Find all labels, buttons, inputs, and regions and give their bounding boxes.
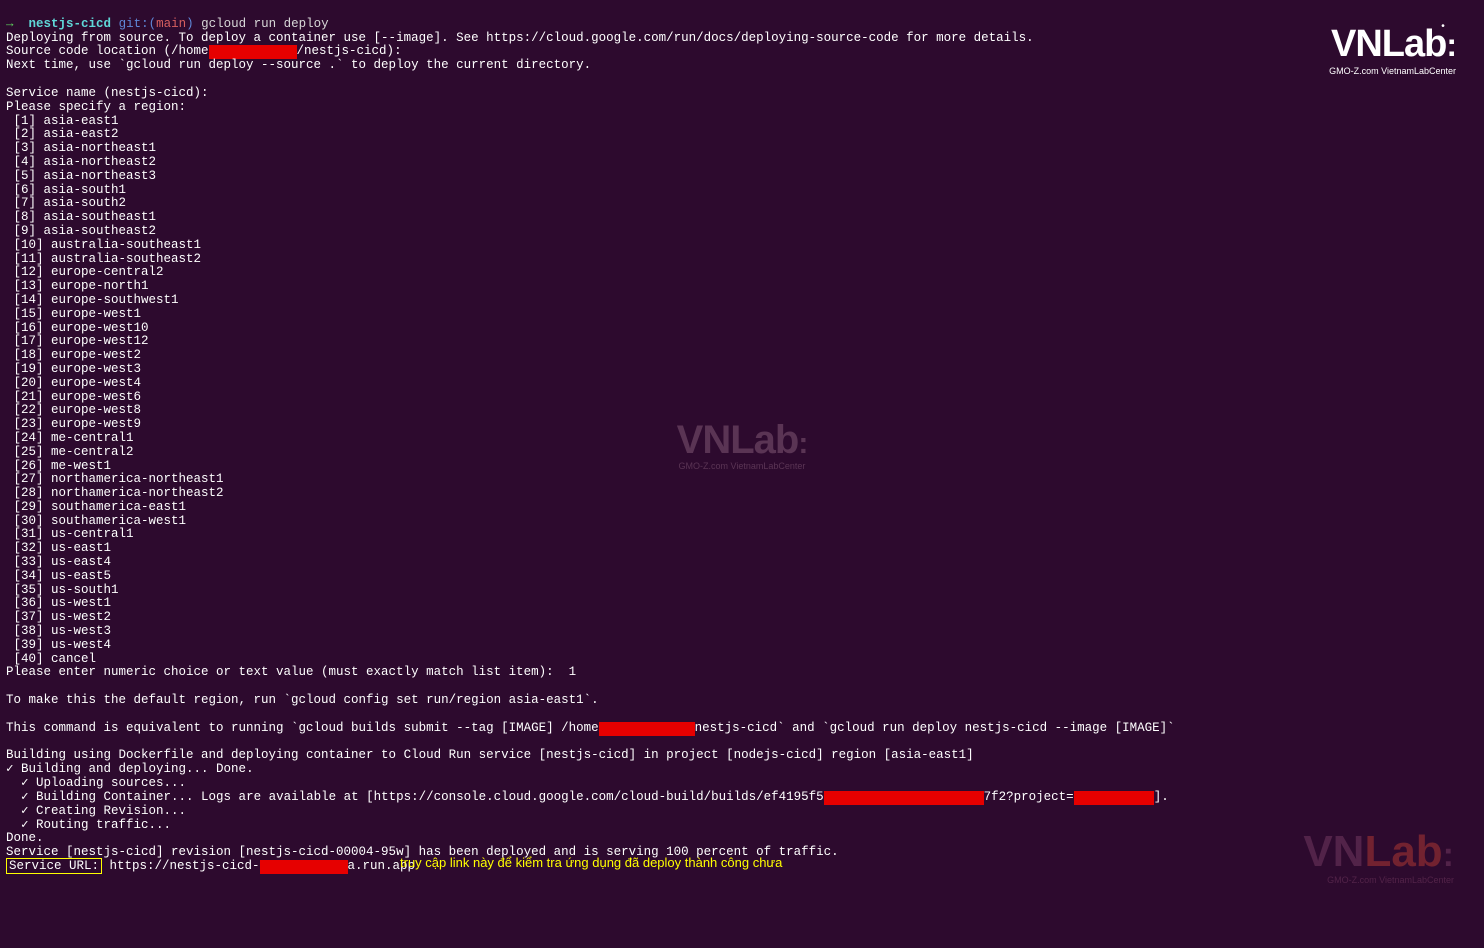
region-option: [8] asia-southeast1 — [6, 210, 156, 224]
line-building: Building using Dockerfile and deploying … — [6, 748, 974, 762]
region-option: [28] northamerica-northeast2 — [6, 486, 224, 500]
line-default-region: To make this the default region, run `gc… — [6, 693, 599, 707]
line-routing: ✓ Routing traffic... — [6, 818, 171, 832]
region-option: [6] asia-south1 — [6, 183, 126, 197]
redaction — [209, 45, 297, 59]
command: gcloud run deploy — [201, 17, 329, 31]
region-option: [15] europe-west1 — [6, 307, 141, 321]
region-option: [38] us-west3 — [6, 624, 111, 638]
region-option: [2] asia-east2 — [6, 127, 119, 141]
terminal-output[interactable]: → nestjs-cicd git:(main) gcloud run depl… — [6, 4, 1478, 874]
region-option: [37] us-west2 — [6, 610, 111, 624]
git-branch: main — [156, 17, 186, 31]
logo-brand: VNLab — [1331, 23, 1446, 65]
line-build-done: ✓ Building and deploying... Done. — [6, 762, 254, 776]
region-option: [11] australia-southeast2 — [6, 252, 201, 266]
line-specify-region: Please specify a region: — [6, 100, 186, 114]
git-label: git:( — [119, 17, 157, 31]
redaction — [599, 722, 695, 736]
region-option: [33] us-east4 — [6, 555, 111, 569]
line-next-time: Next time, use `gcloud run deploy --sour… — [6, 58, 591, 72]
annotation-text: truy cập link này để kiểm tra ứng dụng đ… — [400, 856, 782, 870]
region-option: [12] europe-central2 — [6, 265, 164, 279]
region-option: [24] me-central1 — [6, 431, 134, 445]
region-option: [31] us-central1 — [6, 527, 134, 541]
line-choice: Please enter numeric choice or text valu… — [6, 665, 576, 679]
region-option: [19] europe-west3 — [6, 362, 141, 376]
line-service-name: Service name (nestjs-cicd): — [6, 86, 209, 100]
region-option: [17] europe-west12 — [6, 334, 149, 348]
region-option: [35] us-south1 — [6, 583, 119, 597]
prompt-dir: nestjs-cicd — [29, 17, 112, 31]
region-option: [25] me-central2 — [6, 445, 134, 459]
region-option: [21] europe-west6 — [6, 390, 141, 404]
prompt-arrow: → — [6, 17, 14, 31]
redaction — [260, 860, 348, 874]
region-option: [5] asia-northeast3 — [6, 169, 156, 183]
region-option: [39] us-west4 — [6, 638, 111, 652]
region-option: [22] europe-west8 — [6, 403, 141, 417]
line-done: Done. — [6, 831, 44, 845]
region-option: [13] europe-north1 — [6, 279, 149, 293]
region-option: [3] asia-northeast1 — [6, 141, 156, 155]
region-option: [23] europe-west9 — [6, 417, 141, 431]
region-option: [20] europe-west4 — [6, 376, 141, 390]
region-option: [16] europe-west10 — [6, 321, 149, 335]
region-option: [1] asia-east1 — [6, 114, 119, 128]
redaction — [824, 791, 984, 805]
region-option: [27] northamerica-northeast1 — [6, 472, 224, 486]
logo-sub: GMO-Z.com VietnamLabCenter — [1329, 65, 1456, 79]
redaction — [1074, 791, 1154, 805]
region-option: [32] us-east1 — [6, 541, 111, 555]
region-option: [18] europe-west2 — [6, 348, 141, 362]
region-option: [30] southamerica-west1 — [6, 514, 186, 528]
region-list: [1] asia-east1 [2] asia-east2 [3] asia-n… — [6, 115, 1478, 667]
line-creating-revision: ✓ Creating Revision... — [6, 804, 186, 818]
region-option: [7] asia-south2 — [6, 196, 126, 210]
region-option: [34] us-east5 — [6, 569, 111, 583]
logo-top-right: • VNLab: GMO-Z.com VietnamLabCenter — [1329, 25, 1456, 79]
region-option: [40] cancel — [6, 652, 96, 666]
region-option: [26] me-west1 — [6, 459, 111, 473]
line-uploading: ✓ Uploading sources... — [6, 776, 186, 790]
region-option: [36] us-west1 — [6, 596, 111, 610]
service-url-highlight: Service URL: — [6, 858, 102, 874]
region-option: [4] asia-northeast2 — [6, 155, 156, 169]
region-option: [9] asia-southeast2 — [6, 224, 156, 238]
line-deploy-source: Deploying from source. To deploy a conta… — [6, 31, 1034, 45]
region-option: [14] europe-southwest1 — [6, 293, 179, 307]
region-option: [10] australia-southeast1 — [6, 238, 201, 252]
region-option: [29] southamerica-east1 — [6, 500, 186, 514]
